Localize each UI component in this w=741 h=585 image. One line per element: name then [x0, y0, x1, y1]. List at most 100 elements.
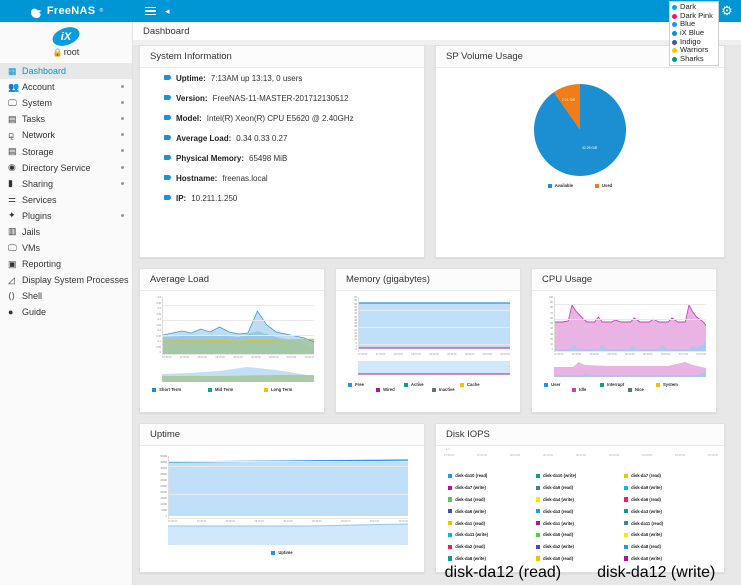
- sidebar-item-jails[interactable]: ▥ Jails: [0, 224, 132, 240]
- hamburger-icon[interactable]: [145, 6, 156, 16]
- pie-legend-item[interactable]: Available: [547, 183, 573, 188]
- pie-legend-item[interactable]: Used: [594, 183, 612, 188]
- expand-indicator-icon[interactable]: [121, 165, 124, 169]
- chart-legend-item[interactable]: Nice: [624, 387, 680, 392]
- chart-legend-item[interactable]: Wired: [372, 387, 428, 392]
- chart-legend-item[interactable]: Uptime: [265, 550, 298, 555]
- sidebar-item-vms[interactable]: 🖵 VMs: [0, 240, 132, 256]
- network-icon: ⚼: [8, 129, 15, 140]
- disk-iops-legend-item[interactable]: disk-da4 (read): [448, 494, 536, 506]
- sidebar-item-account[interactable]: 👥 Account: [0, 79, 132, 95]
- disk-iops-legend-item[interactable]: disk-da6 (write): [448, 505, 536, 517]
- disk-iops-legend-item[interactable]: disk-da0 (write): [623, 553, 712, 565]
- chart-legend-item[interactable]: Inactive: [428, 387, 484, 392]
- legend-label: disk-da10 (read): [455, 473, 488, 479]
- gear-icon[interactable]: ⚙: [720, 4, 734, 18]
- theme-dropdown-menu[interactable]: Dark Dark Pink Blue iX Blue Indigo Warri…: [669, 1, 719, 66]
- theme-item-dark-pink[interactable]: Dark Pink: [672, 11, 718, 21]
- legend-swatch: [459, 382, 464, 387]
- sidebar-item-label: VMs: [22, 243, 40, 254]
- cpu-usage-xaxis: 07:30:00 07:45:00 08:00:00 08:15:00 08:30:00…: [540, 352, 708, 356]
- disk-iops-legend-item[interactable]: disk-da5 (read): [535, 529, 624, 541]
- legend-swatch: [448, 473, 453, 478]
- cpu-usage-minimap[interactable]: [540, 359, 708, 377]
- chevron-left-icon[interactable]: ◂: [165, 6, 170, 16]
- disk-iops-legend-item[interactable]: disk-da1 (write): [535, 517, 624, 529]
- legend-label: disk-da11 (write): [455, 532, 489, 538]
- brand-logo-area[interactable]: FreeNAS ®: [0, 0, 133, 22]
- sidebar-item-system[interactable]: 🖵 System: [0, 95, 132, 111]
- sidebar-item-label: Sharing: [22, 178, 54, 189]
- disk-iops-legend-item[interactable]: disk-da0 (read): [535, 553, 624, 565]
- expand-indicator-icon[interactable]: [121, 213, 124, 217]
- chart-legend-item[interactable]: Short Term: [148, 387, 204, 392]
- sidebar-item-network[interactable]: ⚼ Network: [0, 127, 132, 143]
- disk-iops-body: 1.0 07:30:00 07:45:00 08:00:00 08:15:00 08:3…: [436, 446, 724, 584]
- cpu-usage-graph[interactable]: 100 90 80 70 60 50 40 30 20 10 0: [540, 296, 708, 352]
- disk-iops-legend-item[interactable]: disk-da10 (read): [448, 470, 536, 482]
- disk-iops-legend-item[interactable]: disk-da7 (write): [448, 482, 536, 494]
- dashboard-row-2: Average Load 0.5 0.45 0.4 0.35 0.3 0.25 0.2 0.1…: [139, 268, 735, 413]
- disk-iops-legend-item[interactable]: disk-da1 (read): [448, 517, 536, 529]
- sidebar-item-label: Plugins: [22, 210, 52, 221]
- disk-iops-legend-item[interactable]: disk-da11 (read): [623, 517, 712, 529]
- sidebar-item-tasks[interactable]: ▤ Tasks: [0, 111, 132, 127]
- sidebar-item-plugins[interactable]: ✦ Plugins: [0, 208, 132, 224]
- disk-iops-legend-item[interactable]: disk-da2 (write): [535, 541, 624, 553]
- sidebar-item-reporting[interactable]: ▣ Reporting: [0, 256, 132, 272]
- disk-iops-graph[interactable]: 1.0 07:30:00 07:45:00 08:00:00 08:15:00 08:3…: [440, 448, 720, 470]
- disk-iops-legend-item[interactable]: disk-da3 (write): [623, 505, 712, 517]
- sidebar-item-guide[interactable]: ● Guide: [0, 304, 132, 320]
- disk-iops-legend-item[interactable]: disk-da7 (read): [623, 470, 712, 482]
- y-tick: 0: [551, 348, 553, 352]
- x-tick: 09:30:00: [696, 353, 706, 356]
- legend-label: Free: [355, 382, 364, 387]
- uptime-graph[interactable]: 50000 45000 40000 35000 30000 25000 20000 15000…: [154, 455, 410, 519]
- average-load-graph[interactable]: 0.5 0.45 0.4 0.35 0.3 0.25 0.2 0.15 0.1 0.05 0: [148, 296, 316, 355]
- disk-iops-legend-item[interactable]: disk-da8 (write): [448, 553, 536, 565]
- disk-iops-legend-item[interactable]: disk-da2 (read): [448, 541, 536, 553]
- x-tick: 08:00:00: [197, 356, 207, 359]
- bullet-icon: [164, 115, 171, 120]
- disk-iops-legend-item[interactable]: disk-da12 (read): [445, 564, 562, 582]
- disk-iops-legend-item[interactable]: disk-da11 (write): [448, 529, 536, 541]
- disk-iops-legend-item[interactable]: disk-da9 (write): [623, 482, 712, 494]
- sidebar-item-shell[interactable]: ⟨⟩ Shell: [0, 288, 132, 304]
- disk-iops-legend: disk-da10 (read) disk-da10 (write) disk-…: [440, 470, 720, 564]
- average-load-minimap[interactable]: [148, 362, 316, 382]
- legend-label: disk-da11 (read): [631, 520, 664, 526]
- chart-legend-item[interactable]: Idle: [568, 387, 624, 392]
- disk-iops-legend-item[interactable]: disk-da8 (read): [623, 541, 712, 553]
- legend-label: disk-da1 (read): [455, 520, 485, 526]
- theme-item-sharks[interactable]: Sharks: [672, 54, 718, 64]
- sidebar-item-directory-service[interactable]: ◉ Directory Service: [0, 160, 132, 176]
- vms-monitor-icon: 🖵: [8, 242, 17, 253]
- chart-legend-item[interactable]: Mid Term: [204, 387, 260, 392]
- disk-iops-legend-item[interactable]: disk-da12 (write): [597, 564, 715, 582]
- memory-minimap[interactable]: [344, 359, 512, 377]
- uptime-minimap[interactable]: [154, 523, 410, 545]
- uptime-legend: Uptime: [148, 550, 416, 555]
- disk-iops-legend-item[interactable]: disk-da6 (read): [623, 494, 712, 506]
- legend-label: disk-da2 (write): [543, 544, 574, 550]
- legend-swatch: [448, 485, 453, 490]
- sidebar-item-services[interactable]: ⚌ Services: [0, 192, 132, 208]
- sidebar-item-storage[interactable]: ▤ Storage: [0, 143, 132, 159]
- disk-iops-legend-item[interactable]: disk-da10 (write): [535, 470, 624, 482]
- sidebar-item-dashboard[interactable]: ▦ Dashboard: [0, 63, 132, 80]
- sidebar-item-sharing[interactable]: ▮ Sharing: [0, 176, 132, 192]
- disk-iops-legend-item[interactable]: disk-da4 (write): [535, 494, 624, 506]
- x-tick: 09:00:00: [464, 353, 475, 356]
- memory-graph[interactable]: 64 60 56 52 48 44 40 36 32 28 24 20 16 12 8 4 0: [344, 296, 512, 352]
- legend-swatch: [263, 387, 268, 392]
- sidebar-item-display-system-processes[interactable]: ◿ Display System Processes: [0, 272, 132, 288]
- sidebar-item-label: System: [22, 98, 53, 109]
- expand-indicator-icon[interactable]: [121, 181, 124, 185]
- disk-iops-legend-item[interactable]: disk-da9 (read): [535, 482, 624, 494]
- disk-iops-legend-item[interactable]: disk-da3 (read): [535, 505, 624, 517]
- disk-iops-legend-last-row: disk-da12 (read) disk-da12 (write): [440, 564, 720, 582]
- disk-iops-legend-item[interactable]: disk-da5 (write): [623, 529, 712, 541]
- sp-volume-pie-chart[interactable]: 7.21 GiB 42.29 GiB: [534, 84, 626, 176]
- chart-legend-item[interactable]: Long Term: [260, 387, 316, 392]
- services-sliders-icon: ⚌: [8, 194, 17, 205]
